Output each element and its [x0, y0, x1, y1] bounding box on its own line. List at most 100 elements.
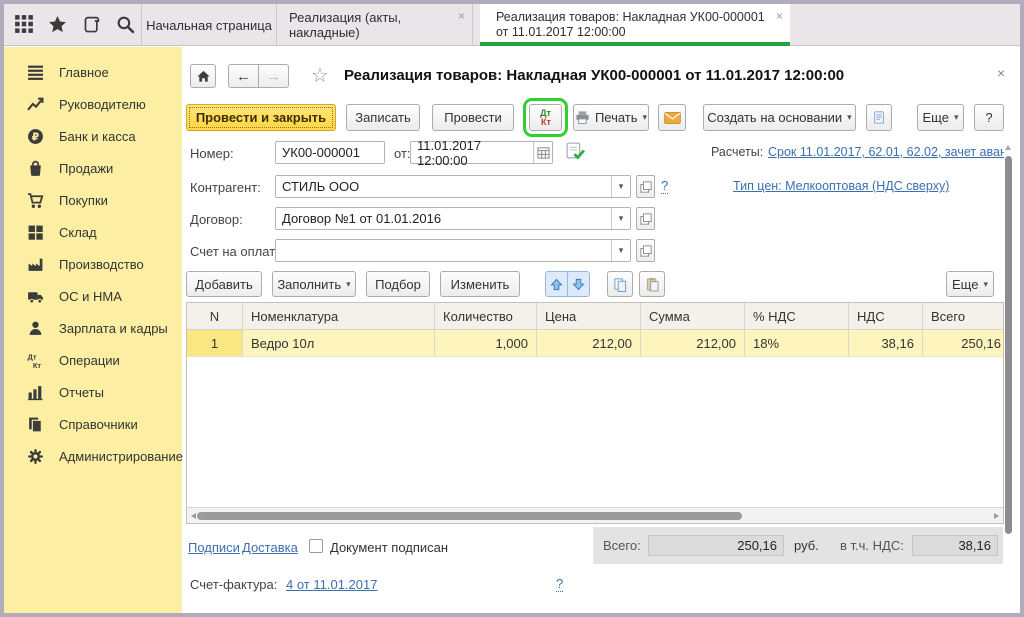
more-button[interactable]: Еще ▾: [917, 104, 964, 131]
add-row-button[interactable]: Добавить: [186, 271, 262, 297]
invoice-label: Счет-фактура:: [190, 577, 277, 592]
document-posted-status-icon[interactable]: [565, 141, 586, 162]
sidebar-item-bank[interactable]: ₽ Банк и касса: [4, 120, 182, 152]
column-header[interactable]: Всего: [923, 303, 1003, 329]
button-label: Добавить: [195, 277, 252, 292]
related-documents-button[interactable]: [866, 104, 892, 131]
vertical-scrollbar-thumb[interactable]: [1005, 156, 1012, 534]
sidebar-item-label: Продажи: [59, 161, 113, 176]
sidebar-item-directories[interactable]: Справочники: [4, 408, 182, 440]
tab-sales-documents[interactable]: Реализация (акты, накладные) ×: [277, 4, 473, 46]
sidebar-item-manager[interactable]: Руководителю: [4, 88, 182, 120]
signatures-link[interactable]: Подписи: [188, 540, 240, 555]
scroll-up-arrow-icon[interactable]: [1005, 145, 1011, 150]
app-window: Начальная страница Реализация (акты, нак…: [0, 0, 1024, 617]
history-scroll-icon[interactable]: [82, 15, 102, 35]
settlements-link[interactable]: Срок 11.01.2017, 62.01, 62.02, зачет ава…: [768, 145, 1004, 159]
calendar-picker-button[interactable]: [533, 142, 552, 163]
contract-input[interactable]: Договор №1 от 01.01.2016 ▾: [275, 207, 631, 230]
sidebar-item-sales[interactable]: Продажи: [4, 152, 182, 184]
payment-invoice-input[interactable]: ▾: [275, 239, 631, 262]
payment-invoice-open-button[interactable]: [636, 239, 655, 262]
tab-home-page[interactable]: Начальная страница: [141, 4, 277, 46]
total-label: Всего:: [603, 538, 641, 553]
sidebar-item-administration[interactable]: Администрирование: [4, 440, 182, 472]
post-and-close-button[interactable]: Провести и закрыть: [186, 104, 336, 131]
copy-icon: [613, 277, 628, 292]
delivery-link[interactable]: Доставка: [242, 540, 298, 555]
horizontal-scrollbar-thumb[interactable]: [197, 512, 742, 520]
price-type-link[interactable]: Тип цен: Мелкооптовая (НДС сверху): [733, 179, 949, 193]
back-button[interactable]: ←: [228, 64, 259, 88]
column-header[interactable]: НДС: [849, 303, 923, 329]
sidebar-item-production[interactable]: Производство: [4, 248, 182, 280]
sidebar-item-operations[interactable]: ДтКт Операции: [4, 344, 182, 376]
edit-button[interactable]: Изменить: [440, 271, 520, 297]
home-button[interactable]: [190, 64, 216, 88]
directories-icon: [27, 416, 44, 433]
search-icon[interactable]: [116, 15, 136, 35]
column-header[interactable]: N: [187, 303, 243, 329]
envelope-icon: [664, 112, 681, 124]
vertical-scrollbar[interactable]: [1003, 143, 1014, 550]
dt-kt-icon: ДтКт: [27, 352, 44, 369]
sidebar-item-main[interactable]: Главное: [4, 56, 182, 88]
sidebar-item-warehouse[interactable]: Склад: [4, 216, 182, 248]
contract-dropdown-button[interactable]: ▾: [611, 208, 630, 229]
button-label: Заполнить: [277, 277, 341, 292]
copy-button[interactable]: [607, 271, 633, 297]
contractor-open-button[interactable]: [636, 175, 655, 198]
top-toolbar: Начальная страница Реализация (акты, нак…: [4, 4, 1020, 46]
column-header[interactable]: Сумма: [641, 303, 745, 329]
invoice-link[interactable]: 4 от 11.01.2017: [286, 577, 377, 592]
scroll-left-arrow-icon[interactable]: [191, 513, 196, 519]
date-input[interactable]: 11.01.2017 12:00:00: [410, 141, 553, 164]
favorite-star-outline-icon[interactable]: ☆: [311, 63, 329, 88]
date-prefix-label: от:: [394, 146, 411, 161]
forward-button[interactable]: →: [258, 64, 289, 88]
column-header[interactable]: % НДС: [745, 303, 849, 329]
paste-button[interactable]: [639, 271, 665, 297]
invoice-help-link[interactable]: ?: [556, 577, 563, 592]
email-button[interactable]: [658, 104, 686, 131]
move-row-up-button[interactable]: [545, 271, 568, 297]
fill-button[interactable]: Заполнить ▾: [272, 271, 356, 297]
tab-label-line1: Реализация товаров: Накладная УК00-00000…: [496, 10, 765, 25]
horizontal-scrollbar[interactable]: [187, 507, 1003, 523]
paste-icon: [645, 277, 660, 292]
tab-current-document[interactable]: Реализация товаров: Накладная УК00-00000…: [480, 4, 790, 46]
currency-label: руб.: [794, 538, 819, 553]
contractor-dropdown-button[interactable]: ▾: [611, 176, 630, 197]
contract-open-button[interactable]: [636, 207, 655, 230]
payment-invoice-dropdown-button[interactable]: ▾: [611, 240, 630, 261]
move-row-down-button[interactable]: [567, 271, 590, 297]
save-button[interactable]: Записать: [346, 104, 420, 131]
cell-price: 212,00: [537, 330, 641, 356]
number-input[interactable]: УК00-000001: [275, 141, 385, 164]
scroll-right-arrow-icon[interactable]: [994, 513, 999, 519]
table-more-button[interactable]: Еще ▾: [946, 271, 994, 297]
close-icon[interactable]: ×: [997, 65, 1005, 81]
column-header[interactable]: Количество: [435, 303, 537, 329]
sidebar-item-purchases[interactable]: Покупки: [4, 184, 182, 216]
contractor-input[interactable]: СТИЛЬ ООО ▾: [275, 175, 631, 198]
close-icon[interactable]: ×: [776, 10, 783, 22]
main-menu-grid-icon[interactable]: [14, 14, 34, 34]
pick-button[interactable]: Подбор: [366, 271, 430, 297]
cell-quantity: 1,000: [435, 330, 537, 356]
sidebar-item-os-nma[interactable]: ОС и НМА: [4, 280, 182, 312]
sidebar-item-reports[interactable]: Отчеты: [4, 376, 182, 408]
table-row[interactable]: 1 Ведро 10л 1,000 212,00 212,00 18% 38,1…: [187, 330, 1003, 357]
create-based-on-button[interactable]: Создать на основании ▾: [703, 104, 856, 131]
column-header[interactable]: Номенклатура: [243, 303, 435, 329]
sidebar-item-salary[interactable]: Зарплата и кадры: [4, 312, 182, 344]
dt-kt-postings-button[interactable]: ДтКт: [529, 104, 562, 131]
favorites-star-icon[interactable]: [48, 15, 68, 35]
help-button[interactable]: ?: [974, 104, 1004, 131]
contractor-help-link[interactable]: ?: [661, 179, 668, 194]
column-header[interactable]: Цена: [537, 303, 641, 329]
close-icon[interactable]: ×: [458, 10, 465, 22]
post-button[interactable]: Провести: [432, 104, 514, 131]
document-signed-checkbox[interactable]: [309, 539, 323, 553]
print-button[interactable]: Печать ▾: [573, 104, 649, 131]
